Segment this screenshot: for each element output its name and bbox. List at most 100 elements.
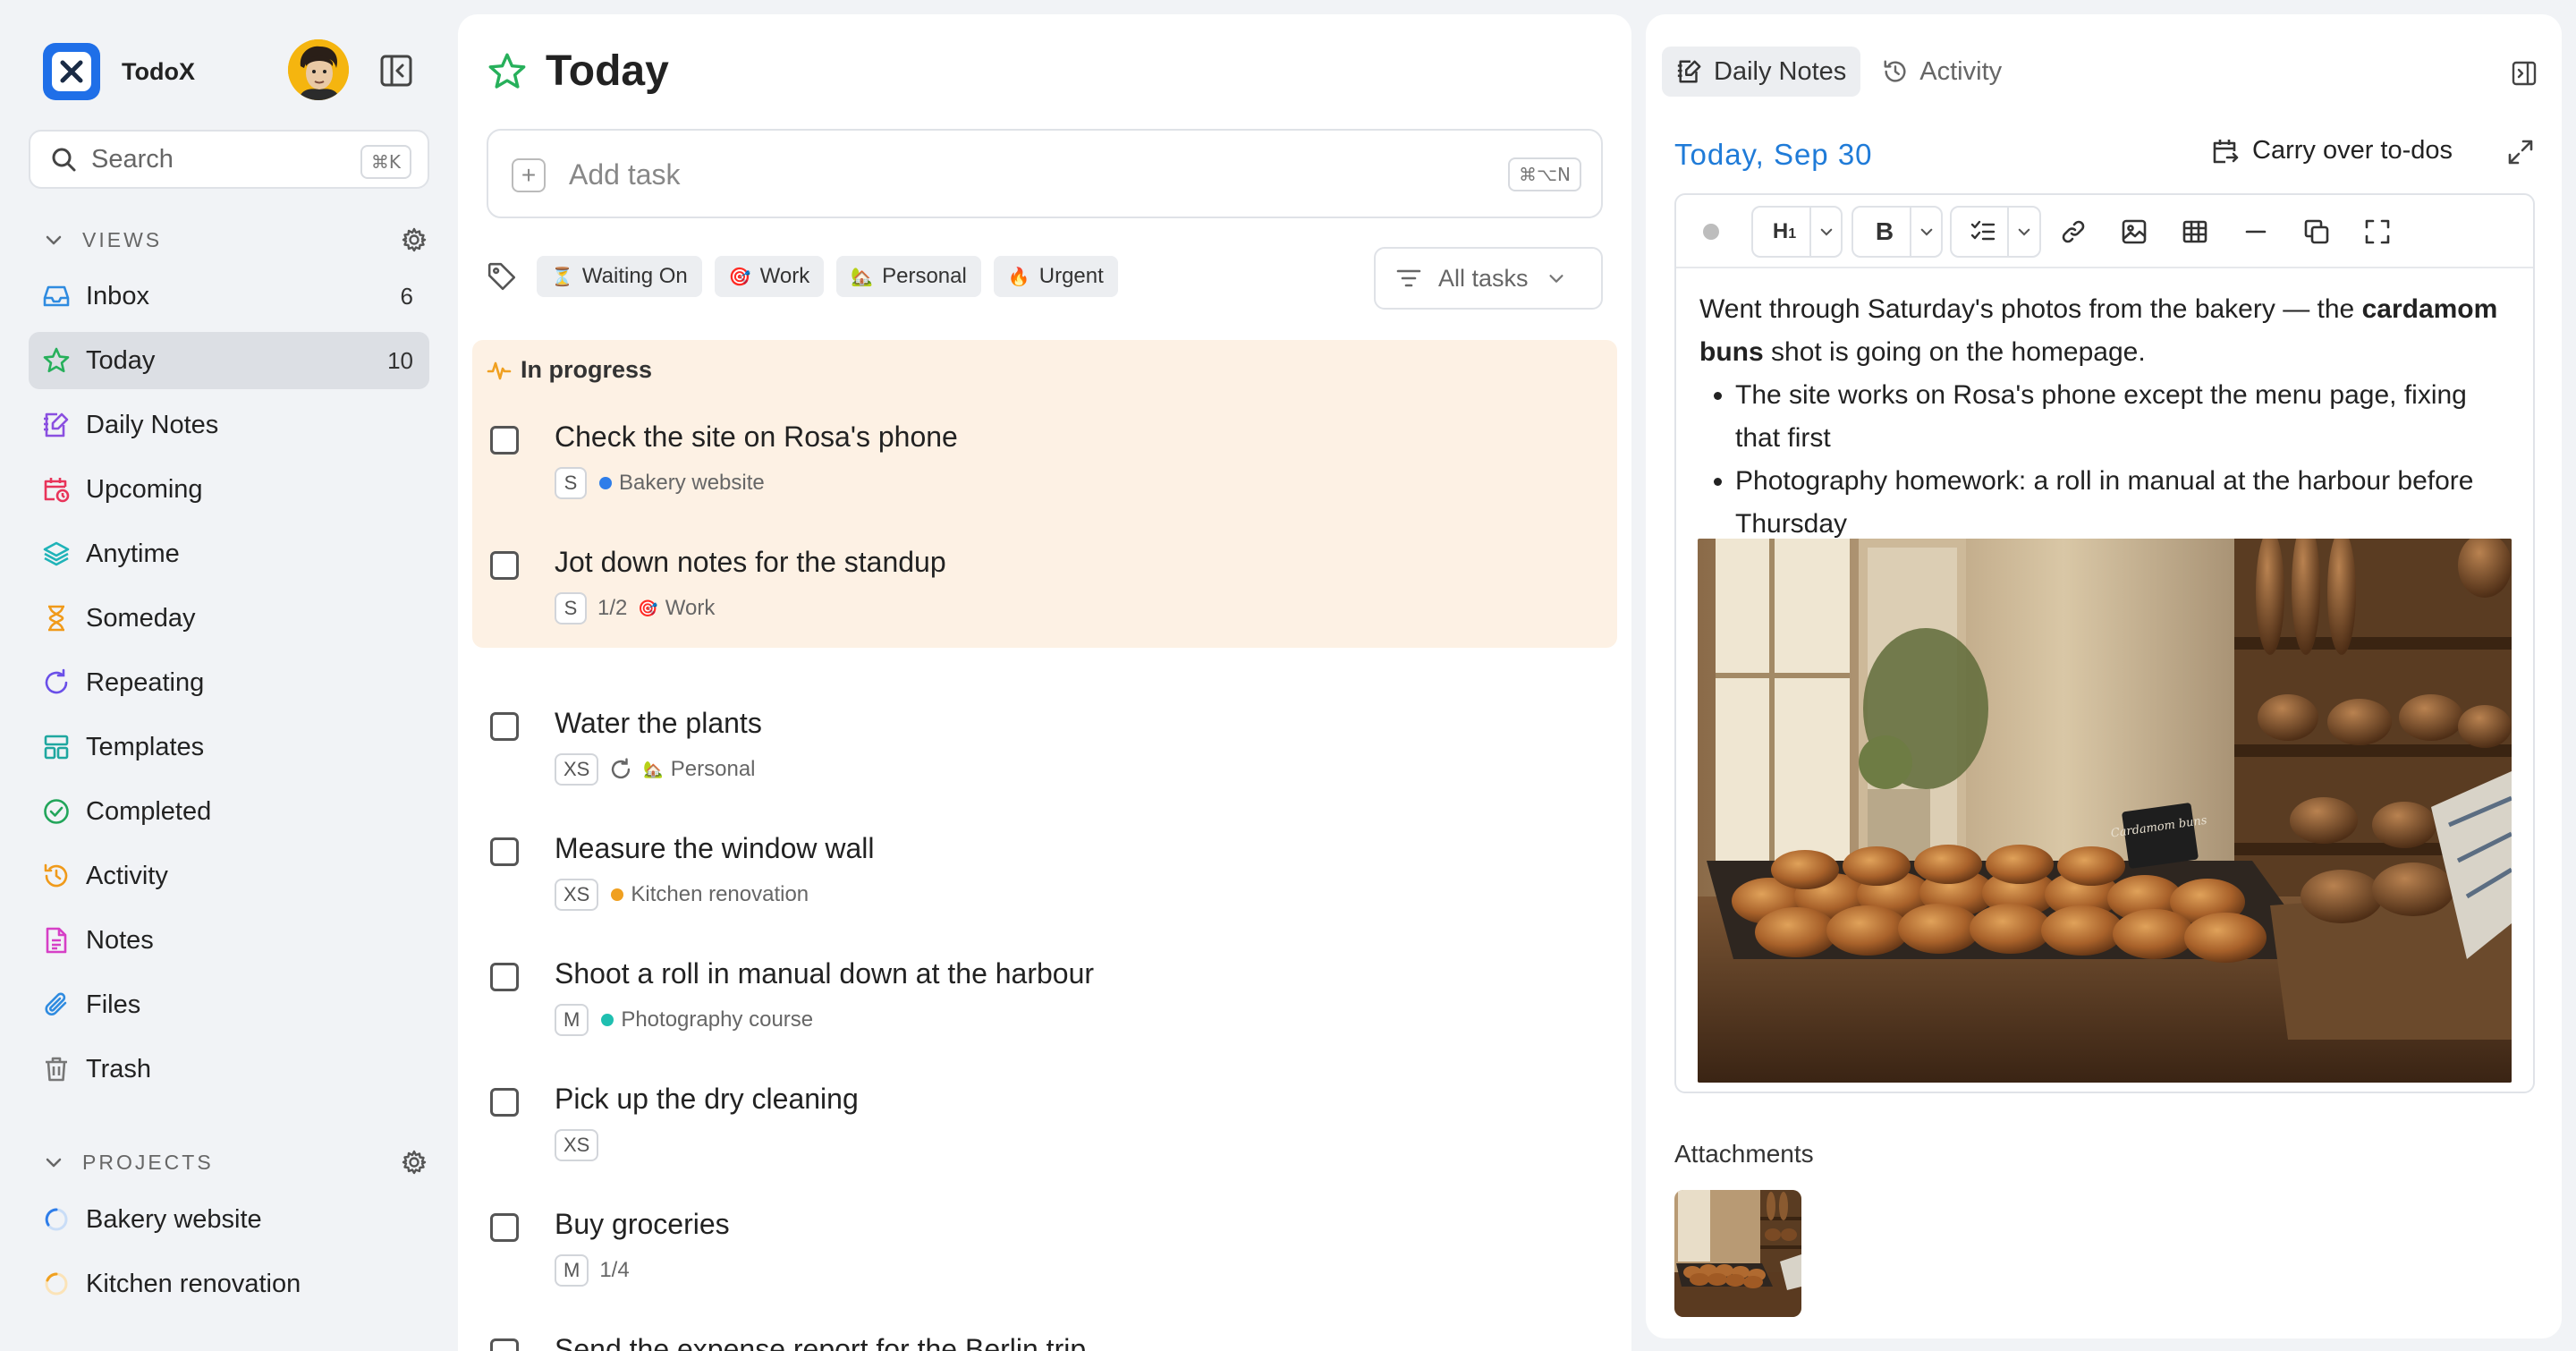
sidebar-item-someday[interactable]: Someday bbox=[29, 590, 429, 647]
task-title[interactable]: Water the plants bbox=[555, 707, 762, 740]
task-tag[interactable]: Personal bbox=[671, 757, 756, 782]
sidebar-item-upcoming[interactable]: Upcoming bbox=[29, 461, 429, 518]
task-title[interactable]: Send the expense report for the Berlin t… bbox=[555, 1333, 1086, 1351]
embedded-bakery-photo[interactable]: Cardamom buns bbox=[1698, 539, 2512, 1083]
copy-icon[interactable] bbox=[2297, 206, 2336, 258]
carry-over-label: Carry over to-dos bbox=[2252, 136, 2453, 165]
checklist-dropdown[interactable] bbox=[1950, 206, 2041, 258]
sidebar-item-files[interactable]: Files bbox=[29, 976, 429, 1033]
in-progress-header: In progress bbox=[487, 356, 652, 384]
task-meta: XS bbox=[555, 1129, 599, 1161]
note-editor[interactable]: H1 B Went through Saturday's photos from… bbox=[1674, 193, 2535, 1093]
fullscreen-icon[interactable] bbox=[2358, 206, 2397, 258]
task-title[interactable]: Buy groceries bbox=[555, 1208, 730, 1241]
attachments-label: Attachments bbox=[1674, 1140, 1814, 1168]
task-checkbox[interactable] bbox=[490, 551, 519, 580]
sidebar-item-label: Upcoming bbox=[86, 474, 203, 504]
filter-label: All tasks bbox=[1438, 264, 1529, 292]
sidebar-item-label: Notes bbox=[86, 925, 154, 955]
toggle-right-panel-icon[interactable] bbox=[2512, 61, 2537, 86]
task-project[interactable]: Bakery website bbox=[619, 471, 765, 496]
sidebar-item-label: Inbox bbox=[86, 281, 149, 310]
projects-section-header[interactable]: PROJECTS bbox=[43, 1144, 428, 1180]
task-checkbox[interactable] bbox=[490, 1338, 519, 1351]
tag-personal[interactable]: 🏡 Personal bbox=[836, 256, 981, 297]
sidebar-item-daily-notes[interactable]: Daily Notes bbox=[29, 396, 429, 454]
tag-urgent[interactable]: 🔥 Urgent bbox=[993, 256, 1118, 297]
search-shortcut: ⌘K bbox=[360, 145, 411, 179]
note-content[interactable]: Went through Saturday's photos from the … bbox=[1699, 288, 2504, 546]
task-title[interactable]: Jot down notes for the standup bbox=[555, 546, 946, 579]
sidebar-item-label: Someday bbox=[86, 603, 196, 633]
sidebar-item-inbox[interactable]: Inbox 6 bbox=[29, 268, 429, 325]
task-title[interactable]: Measure the window wall bbox=[555, 832, 875, 865]
subtask-progress: 1/2 bbox=[597, 596, 628, 620]
expand-icon[interactable] bbox=[2506, 138, 2535, 166]
add-task-input[interactable]: + Add task ⌘⌥N bbox=[487, 129, 1603, 218]
bold-icon: B bbox=[1875, 217, 1894, 245]
note-date[interactable]: Today, Sep 30 bbox=[1674, 138, 1873, 172]
task-project[interactable]: Kitchen renovation bbox=[631, 882, 809, 907]
task-checkbox[interactable] bbox=[490, 426, 519, 455]
heading-dropdown[interactable]: H1 bbox=[1751, 206, 1843, 258]
tag-work[interactable]: 🎯 Work bbox=[714, 256, 825, 297]
views-section-header[interactable]: VIEWS bbox=[43, 222, 428, 258]
sidebar-project-bakery-website[interactable]: Bakery website bbox=[29, 1191, 429, 1248]
sidebar-project-kitchen-renovation[interactable]: Kitchen renovation bbox=[29, 1255, 429, 1313]
tab-activity[interactable]: Activity bbox=[1868, 47, 2016, 97]
tab-daily-notes[interactable]: Daily Notes bbox=[1662, 47, 1861, 97]
tag-waiting-on[interactable]: ⏳ Waiting On bbox=[537, 256, 702, 297]
size-badge: XS bbox=[555, 1129, 599, 1161]
sidebar-item-completed[interactable]: Completed bbox=[29, 783, 429, 840]
sidebar-item-label: Daily Notes bbox=[86, 410, 219, 439]
task-tag[interactable]: Work bbox=[665, 596, 716, 621]
plus-icon: + bbox=[512, 158, 546, 192]
size-badge: S bbox=[555, 592, 587, 625]
link-icon[interactable] bbox=[2054, 206, 2093, 258]
gear-icon[interactable] bbox=[401, 226, 428, 253]
task-filter-dropdown[interactable]: All tasks bbox=[1374, 247, 1603, 310]
projects-label: PROJECTS bbox=[82, 1150, 214, 1174]
task-title[interactable]: Check the site on Rosa's phone bbox=[555, 421, 958, 454]
sidebar-item-today[interactable]: Today 10 bbox=[29, 332, 429, 389]
views-label: VIEWS bbox=[82, 227, 163, 251]
sidebar-item-activity[interactable]: Activity bbox=[29, 847, 429, 905]
task-checkbox[interactable] bbox=[490, 1088, 519, 1117]
chevron-down-icon bbox=[2018, 228, 2030, 236]
collapse-sidebar-icon[interactable] bbox=[379, 54, 413, 88]
task-checkbox[interactable] bbox=[490, 963, 519, 991]
attachment-thumbnail[interactable] bbox=[1674, 1190, 1801, 1317]
sidebar-item-templates[interactable]: Templates bbox=[29, 718, 429, 776]
task-title[interactable]: Shoot a roll in manual down at the harbo… bbox=[555, 957, 1094, 990]
carry-over-todos-button[interactable]: Carry over to-dos bbox=[2211, 136, 2453, 166]
calendar-arrow-icon bbox=[2213, 139, 2239, 163]
sidebar-item-notes[interactable]: Notes bbox=[29, 912, 429, 969]
task-title[interactable]: Pick up the dry cleaning bbox=[555, 1083, 859, 1116]
chevron-down-icon bbox=[46, 1158, 62, 1168]
sidebar-item-trash[interactable]: Trash bbox=[29, 1041, 429, 1098]
bold-dropdown[interactable]: B bbox=[1852, 206, 1943, 258]
sidebar-item-repeating[interactable]: Repeating bbox=[29, 654, 429, 711]
chevron-down-icon bbox=[1820, 228, 1833, 236]
text-color-icon[interactable] bbox=[1696, 206, 1726, 258]
user-avatar[interactable] bbox=[288, 39, 349, 100]
divider-icon[interactable] bbox=[2236, 206, 2275, 258]
task-project[interactable]: Photography course bbox=[621, 1007, 813, 1032]
image-icon[interactable] bbox=[2114, 206, 2154, 258]
chevron-down-icon bbox=[1920, 228, 1933, 236]
app-brand[interactable]: TodoX bbox=[43, 43, 195, 100]
sidebar: TodoX Search ⌘K VIEWS Inbox 6 Today 10 D… bbox=[0, 0, 458, 1351]
sidebar-item-anytime[interactable]: Anytime bbox=[29, 525, 429, 582]
task-checkbox[interactable] bbox=[490, 837, 519, 866]
sidebar-item-label: Files bbox=[86, 990, 141, 1019]
task-meta: M 1/4 bbox=[555, 1254, 630, 1287]
task-checkbox[interactable] bbox=[490, 712, 519, 741]
table-icon[interactable] bbox=[2175, 206, 2215, 258]
gear-icon[interactable] bbox=[401, 1149, 428, 1176]
size-badge: S bbox=[555, 467, 587, 499]
app-name: TodoX bbox=[122, 57, 195, 85]
today-count: 10 bbox=[387, 346, 413, 374]
filter-icon bbox=[1396, 269, 1421, 287]
task-checkbox[interactable] bbox=[490, 1213, 519, 1242]
search-input[interactable]: Search ⌘K bbox=[29, 130, 429, 189]
